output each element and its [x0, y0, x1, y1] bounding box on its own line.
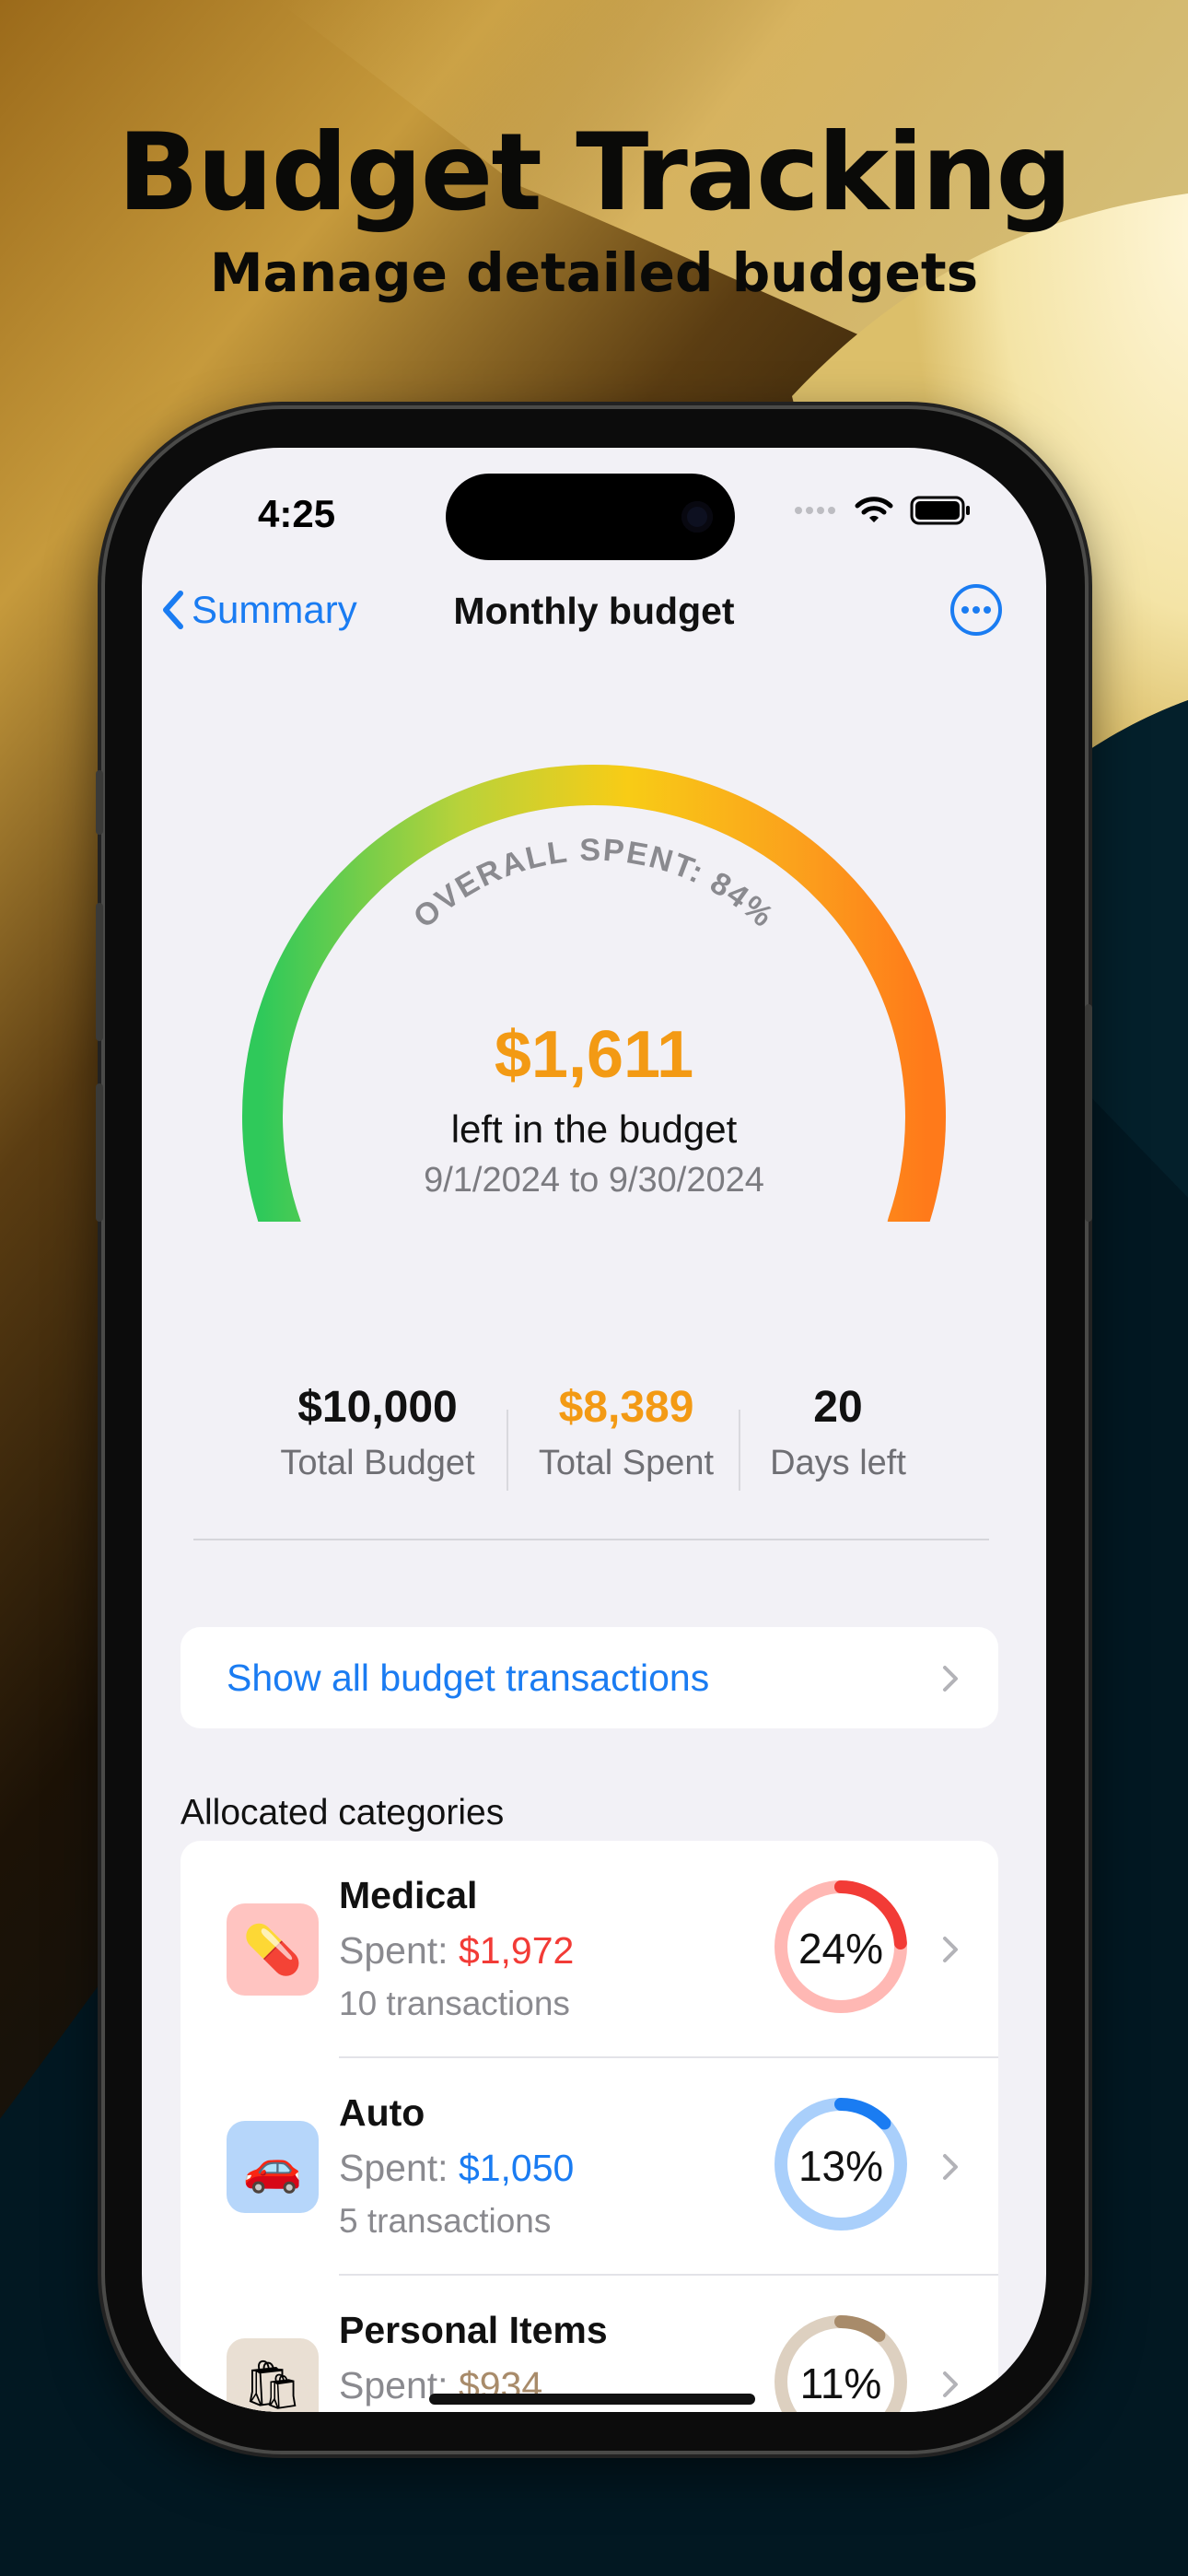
- category-percent: 11%: [799, 2359, 882, 2407]
- section-title: Allocated categories: [181, 1793, 505, 1832]
- category-spent: Spent: $1,972: [339, 1929, 574, 1973]
- page-title: Monthly budget: [453, 590, 735, 632]
- stat-days-left: 20 Days left: [746, 1382, 930, 1483]
- spent-prefix: Spent:: [339, 2147, 459, 2189]
- stat-total-budget: $10,000 Total Budget: [267, 1382, 488, 1483]
- volume-down-button: [96, 1083, 103, 1222]
- battery-icon: [910, 496, 970, 525]
- chevron-right-icon: [943, 1937, 958, 1962]
- status-icons: [794, 496, 971, 525]
- marketing-headline: Budget Tracking: [117, 111, 1073, 235]
- category-transactions: 10 transactions: [339, 1985, 570, 2022]
- stat-divider: [507, 1410, 508, 1491]
- home-indicator: [429, 2394, 755, 2405]
- category-name: Auto: [339, 2091, 425, 2134]
- volume-up-button: [96, 903, 103, 1041]
- chevron-right-icon: [943, 1666, 958, 1692]
- show-all-label: Show all budget transactions: [227, 1657, 710, 1699]
- status-time: 4:25: [258, 492, 336, 535]
- category-row-auto[interactable]: 🚗 Auto Spent: $1,050 5 transactions 13%: [181, 2058, 998, 2276]
- cellular-signal-icon: [795, 507, 835, 514]
- camera-icon: [681, 501, 713, 533]
- stat-divider: [739, 1410, 740, 1491]
- ellipsis-circle-icon: [950, 584, 1002, 636]
- stat-value: $8,389: [558, 1383, 694, 1432]
- action-button: [96, 770, 103, 835]
- phone-screen: 4:25 Summary Monthly budget OVERALL SPEN…: [142, 448, 1046, 2412]
- category-row-personal-items[interactable]: 🛍 Personal Items Spent: $934 11%: [181, 2276, 998, 2412]
- category-name: Medical: [339, 1874, 478, 1916]
- stat-total-spent: $8,389 Total Spent: [516, 1382, 737, 1483]
- gauge-arc-label: OVERALL SPENT: 84%: [407, 833, 781, 935]
- date-range: 9/1/2024 to 9/30/2024: [424, 1161, 764, 1200]
- category-transactions: 5 transactions: [339, 2202, 552, 2240]
- category-spent: Spent: $1,050: [339, 2147, 574, 2190]
- car-icon: 🚗: [227, 2121, 319, 2213]
- more-button[interactable]: [949, 582, 1004, 642]
- power-button: [1085, 1004, 1092, 1222]
- amount-left-label: left in the budget: [450, 1107, 738, 1151]
- stat-label: Total Spent: [538, 1444, 715, 1482]
- category-percent: 24%: [798, 1925, 884, 1973]
- wifi-icon: [855, 497, 893, 522]
- spent-amount: $1,050: [458, 2147, 575, 2189]
- stat-value: $10,000: [297, 1383, 458, 1432]
- category-name: Personal Items: [339, 2309, 608, 2351]
- stat-label: Total Budget: [280, 1444, 475, 1482]
- pill-icon: 💊: [227, 1903, 319, 1996]
- spent-prefix: Spent:: [339, 1929, 459, 1972]
- spent-amount: $1,972: [458, 1929, 575, 1972]
- stat-value: 20: [813, 1383, 863, 1432]
- category-list: 💊 Medical Spent: $1,972 10 transactions …: [181, 1841, 998, 2412]
- divider: [193, 1539, 989, 1540]
- category-percent: 13%: [798, 2142, 884, 2190]
- stat-label: Days left: [770, 1444, 906, 1482]
- chevron-right-icon: [943, 2154, 958, 2180]
- amount-left: $1,611: [494, 1018, 694, 1092]
- chevron-right-icon: [943, 2371, 958, 2397]
- marketing-subheadline: Manage detailed budgets: [209, 241, 979, 304]
- shopping-bags-icon: 🛍: [227, 2338, 319, 2412]
- show-all-transactions-button[interactable]: Show all budget transactions: [181, 1627, 998, 1728]
- dynamic-island: [446, 474, 735, 560]
- category-row-medical[interactable]: 💊 Medical Spent: $1,972 10 transactions …: [181, 1841, 998, 2058]
